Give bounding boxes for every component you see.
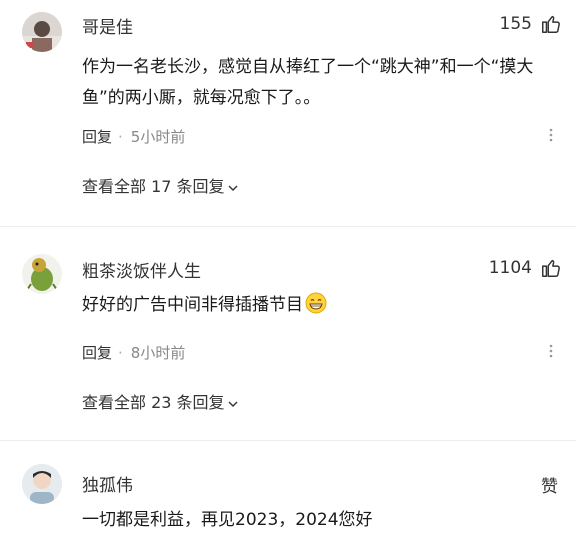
comment-text-2: 好好的广告中间非得插播节目 [82,290,542,321]
timestamp-2: 8小时前 [130,344,186,362]
username-3[interactable]: 独孤伟 [82,471,133,496]
reply-button-2[interactable]: 回复 [82,344,112,362]
view-replies-label-1: 查看全部 17 条回复 [82,177,225,196]
meta-separator: · [118,344,123,362]
comment-meta-1: 回复 · 5小时前 [82,126,185,147]
comment-text-1: 作为一名老长沙，感觉自从捧红了一个“跳大神”和一个“摸大鱼”的两小厮，就每况愈下… [82,57,534,108]
divider [0,440,576,441]
more-dots-icon[interactable] [544,344,558,358]
chevron-down-icon [228,185,238,191]
divider [0,226,576,227]
like-count-1: 155 [499,14,532,34]
username-1[interactable]: 哥是佳 [82,13,133,38]
like-label-3[interactable]: 赞 [541,472,558,497]
avatar-2[interactable] [22,254,62,294]
avatar-3[interactable] [22,464,62,504]
avatar-1[interactable] [22,12,62,52]
view-replies-label-2: 查看全部 23 条回复 [82,393,225,412]
grin-emoji-icon [305,292,327,314]
comment-text-2-body: 好好的广告中间非得插播节目 [82,295,303,315]
like-count-2: 1104 [488,258,532,278]
username-2[interactable]: 粗茶淡饭伴人生 [82,257,201,282]
timestamp-1: 5小时前 [130,128,186,146]
view-replies-1[interactable]: 查看全部 17 条回复 [82,173,239,197]
thumbs-up-icon[interactable] [540,257,562,279]
reply-button-1[interactable]: 回复 [82,128,112,146]
comment-text-3: 一切都是利益，再见2023，2024您好 [82,510,373,530]
meta-separator: · [118,128,123,146]
chevron-down-icon [228,401,238,407]
view-replies-2[interactable]: 查看全部 23 条回复 [82,389,239,413]
thumbs-up-icon[interactable] [540,13,562,35]
comment-meta-2: 回复 · 8小时前 [82,342,185,363]
more-dots-icon[interactable] [544,128,558,142]
